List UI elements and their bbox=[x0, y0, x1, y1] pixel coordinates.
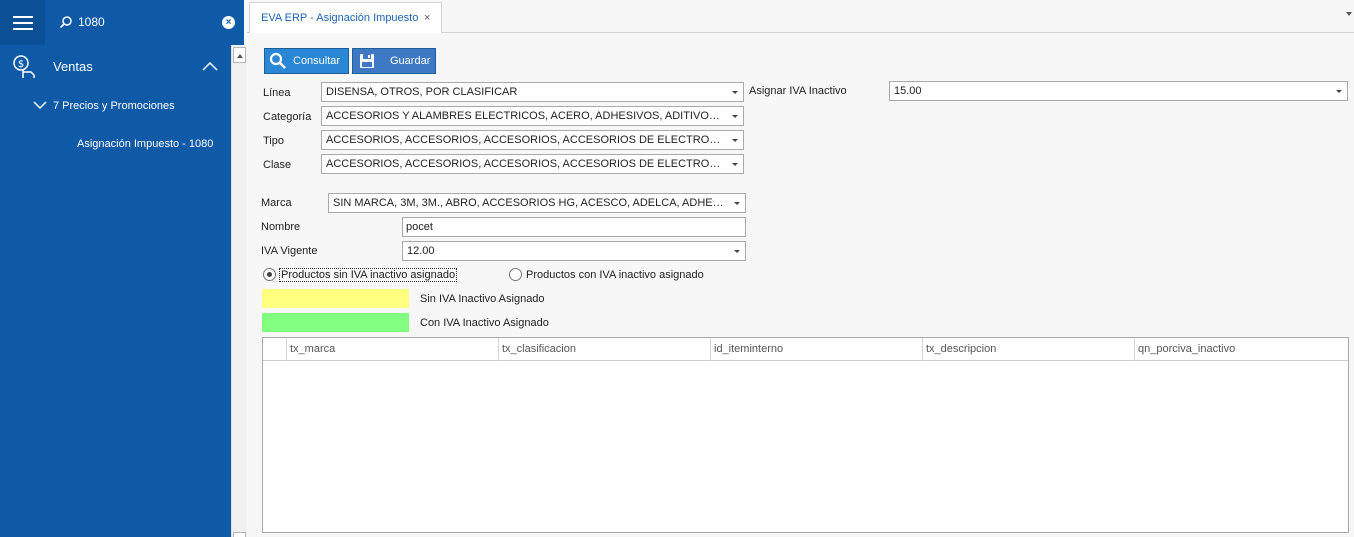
tab-bar: EVA ERP - Asignación Impuesto × bbox=[247, 0, 1354, 34]
legend-sin-label: Sin IVA Inactivo Asignado bbox=[420, 293, 545, 305]
column-header-tx-marca[interactable]: tx_marca bbox=[286, 338, 498, 361]
chevron-down-icon bbox=[732, 139, 738, 142]
sidebar-item-label: 7 Precios y Promociones bbox=[53, 100, 175, 112]
linea-label: Línea bbox=[263, 87, 291, 99]
chevron-down-icon bbox=[33, 101, 47, 110]
iva-vigente-label: IVA Vigente bbox=[261, 245, 318, 257]
grid-row-selector-header bbox=[263, 338, 286, 361]
column-header-tx-clasificacion[interactable]: tx_clasificacion bbox=[498, 338, 710, 361]
linea-value: DISENSA, OTROS, POR CLASIFICAR bbox=[326, 86, 518, 98]
chevron-down-icon bbox=[1336, 90, 1342, 93]
chevron-down-icon bbox=[734, 250, 740, 253]
clear-search-icon[interactable]: × bbox=[222, 16, 235, 29]
search-icon bbox=[59, 16, 72, 29]
sidebar-search: × bbox=[45, 0, 244, 45]
categoria-value: ACCESORIOS Y ALAMBRES ELECTRICOS, ACERO,… bbox=[326, 110, 725, 122]
tipo-select[interactable]: ACCESORIOS, ACCESORIOS, ACCESORIOS, ACCE… bbox=[321, 130, 744, 150]
close-icon[interactable]: × bbox=[424, 12, 430, 24]
tab-list-dropdown-icon[interactable] bbox=[1346, 12, 1352, 16]
legend-swatch-con bbox=[262, 313, 409, 332]
iva-vigente-select[interactable]: 12.00 bbox=[402, 241, 746, 261]
marca-select[interactable]: SIN MARCA, 3M, 3M., ABRO, ACCESORIOS HG,… bbox=[328, 193, 746, 213]
sidebar: × $ Ventas 7 Precios y Promociones Asign… bbox=[0, 0, 244, 537]
sidebar-item-asignacion-impuesto[interactable]: Asignación Impuesto - 1080 bbox=[77, 138, 213, 150]
clase-label: Clase bbox=[263, 159, 292, 171]
nombre-label: Nombre bbox=[261, 221, 301, 233]
save-icon bbox=[360, 54, 374, 68]
radio-con-iva[interactable] bbox=[509, 268, 522, 281]
chevron-up-icon[interactable] bbox=[202, 60, 218, 72]
sidebar-item-precios[interactable]: 7 Precios y Promociones bbox=[0, 96, 231, 116]
radio-sin-iva-label[interactable]: Productos sin IVA inactivo asignado bbox=[279, 268, 458, 282]
legend-con-label: Con IVA Inactivo Asignado bbox=[420, 317, 549, 329]
scroll-up-icon[interactable] bbox=[233, 47, 246, 63]
tab-asignacion-impuesto[interactable]: EVA ERP - Asignación Impuesto × bbox=[249, 2, 442, 34]
svg-text:$: $ bbox=[18, 59, 24, 70]
products-grid[interactable]: tx_marca tx_clasificacion id_iteminterno… bbox=[262, 337, 1349, 533]
sidebar-item-label: Ventas bbox=[53, 59, 93, 74]
asignar-iva-select[interactable]: 15.00 bbox=[889, 81, 1348, 101]
sidebar-scrollbar[interactable] bbox=[231, 45, 247, 537]
clase-select[interactable]: ACCESORIOS, ACCESORIOS, ACCESORIOS, ACCE… bbox=[321, 154, 744, 174]
asignar-iva-label: Asignar IVA Inactivo bbox=[749, 85, 847, 97]
radio-sin-iva[interactable] bbox=[263, 268, 276, 281]
linea-select[interactable]: DISENSA, OTROS, POR CLASIFICAR bbox=[321, 82, 744, 102]
marca-value: SIN MARCA, 3M, 3M., ABRO, ACCESORIOS HG,… bbox=[333, 197, 727, 209]
money-hand-icon: $ bbox=[13, 55, 35, 78]
marca-label: Marca bbox=[261, 197, 292, 209]
chevron-down-icon bbox=[732, 115, 738, 118]
nombre-value: pocet bbox=[406, 221, 433, 233]
grid-header: tx_marca tx_clasificacion id_iteminterno… bbox=[263, 338, 1348, 361]
sidebar-item-ventas[interactable]: $ Ventas bbox=[0, 50, 231, 84]
consultar-label: Consultar bbox=[293, 55, 341, 67]
radio-con-iva-label[interactable]: Productos con IVA inactivo asignado bbox=[526, 269, 704, 281]
guardar-button[interactable]: Guardar bbox=[352, 48, 436, 74]
chevron-down-icon bbox=[732, 163, 738, 166]
categoria-label: Categoría bbox=[263, 111, 312, 123]
search-icon bbox=[269, 52, 286, 69]
categoria-select[interactable]: ACCESORIOS Y ALAMBRES ELECTRICOS, ACERO,… bbox=[321, 106, 744, 126]
legend-swatch-sin bbox=[262, 289, 409, 308]
tipo-value: ACCESORIOS, ACCESORIOS, ACCESORIOS, ACCE… bbox=[326, 134, 725, 146]
column-header-id-iteminterno[interactable]: id_iteminterno bbox=[710, 338, 922, 361]
guardar-label: Guardar bbox=[390, 55, 431, 67]
hamburger-icon bbox=[12, 14, 33, 32]
tipo-label: Tipo bbox=[263, 135, 284, 147]
scroll-down-icon[interactable] bbox=[233, 532, 246, 537]
asignar-iva-value: 15.00 bbox=[894, 85, 922, 97]
column-header-tx-descripcion[interactable]: tx_descripcion bbox=[922, 338, 1134, 361]
iva-vigente-value: 12.00 bbox=[407, 245, 435, 257]
clase-value: ACCESORIOS, ACCESORIOS, ACCESORIOS, ACCE… bbox=[326, 158, 725, 170]
consultar-button[interactable]: Consultar bbox=[264, 48, 349, 74]
chevron-down-icon bbox=[732, 91, 738, 94]
hamburger-menu-button[interactable] bbox=[0, 0, 45, 45]
chevron-down-icon bbox=[734, 202, 740, 205]
search-input[interactable] bbox=[78, 13, 218, 31]
nombre-input[interactable]: pocet bbox=[402, 217, 746, 237]
tab-label: EVA ERP - Asignación Impuesto bbox=[261, 12, 419, 24]
column-header-qn-porciva-inactivo[interactable]: qn_porciva_inactivo bbox=[1134, 338, 1348, 361]
main-content: Consultar Guardar Línea DISENSA, OTROS, … bbox=[247, 33, 1354, 537]
